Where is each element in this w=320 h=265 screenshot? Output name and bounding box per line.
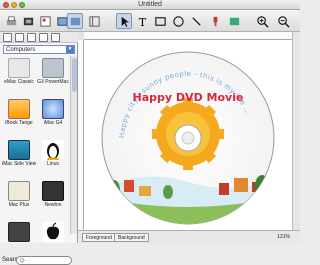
search-input[interactable]: Q- [16, 256, 72, 265]
library-icon-row [0, 32, 78, 43]
rectangle-tool-icon[interactable] [152, 13, 168, 29]
line-tool-icon[interactable] [188, 13, 204, 29]
app-window: Untitled T Computers ▼ eMac Classic G3 P… [0, 0, 300, 265]
brush-tool-icon[interactable] [207, 13, 223, 29]
grid-item[interactable]: eMac Classic [2, 56, 36, 89]
library-icon[interactable] [67, 13, 83, 29]
film-icon[interactable] [20, 13, 36, 29]
canvas-bottom-bar: Foreground Background 121% [78, 230, 300, 243]
tab-background[interactable]: Background [114, 233, 149, 242]
chevron-down-icon: ▼ [66, 46, 74, 53]
emac-icon [8, 58, 30, 78]
dvd-label-artwork[interactable]: Happy city - sunny people - this is my l… [84, 40, 292, 230]
sidebar-scrollbar[interactable] [70, 56, 77, 234]
mac-plus-icon [8, 181, 30, 201]
grid-item[interactable]: Linux [36, 138, 70, 171]
apple-logo-icon [42, 222, 64, 242]
sidebar-toggle-icon[interactable] [86, 13, 102, 29]
grid-item[interactable]: iBook Tange [2, 97, 36, 130]
camera-icon[interactable] [3, 33, 12, 42]
linux-penguin-icon [42, 140, 64, 161]
newton-icon [42, 181, 64, 201]
text-tool-icon[interactable]: T [134, 13, 150, 29]
canvas-vertical-scrollbar[interactable] [292, 32, 300, 230]
zoom-level[interactable]: 121% [277, 233, 290, 241]
document-icon[interactable] [15, 33, 24, 42]
ellipse-tool-icon[interactable] [170, 13, 186, 29]
powermac-icon [42, 58, 64, 78]
title-bar: Untitled [0, 0, 300, 10]
toolbar: T [0, 10, 300, 32]
window-title: Untitled [138, 1, 162, 8]
ibook-icon [8, 99, 30, 119]
design-canvas[interactable]: Happy city - sunny people - this is my l… [84, 40, 292, 230]
grid-icon[interactable] [39, 33, 48, 42]
scrollbar-thumb[interactable] [72, 58, 77, 92]
imac-side-icon [8, 140, 30, 160]
grid-item[interactable] [36, 220, 70, 253]
dvd-icon[interactable] [27, 33, 36, 42]
horizontal-ruler [84, 32, 292, 40]
grid-item[interactable]: iMac G4 [36, 97, 70, 130]
imac-g4-icon [42, 99, 64, 119]
clipart-sidebar: Computers ▼ eMac Classic G3 PowerMac iBo… [0, 32, 78, 265]
zoom-in-icon[interactable] [254, 13, 270, 29]
clipart-grid: eMac Classic G3 PowerMac iBook Tange iMa… [2, 56, 70, 256]
zoom-out-icon[interactable] [275, 13, 291, 29]
category-select-value: Computers [6, 47, 36, 53]
arrow-tool-icon[interactable] [116, 13, 132, 29]
grid-item[interactable]: iMac Side View [2, 138, 36, 171]
layout-icon[interactable] [37, 13, 53, 29]
list-icon[interactable] [51, 33, 60, 42]
category-select[interactable]: Computers ▼ [3, 45, 75, 54]
grid-item[interactable]: Newton [36, 179, 70, 212]
svg-text:T: T [138, 16, 146, 28]
grid-item[interactable] [2, 220, 36, 253]
grid-item[interactable]: Mac Plus [2, 179, 36, 212]
print-icon[interactable] [3, 13, 19, 29]
disc-title: Happy DVD Movie [133, 91, 244, 104]
image-tool-icon[interactable] [226, 13, 242, 29]
tab-foreground[interactable]: Foreground [82, 233, 116, 242]
powerbook-icon [8, 222, 30, 242]
grid-item[interactable]: G3 PowerMac [36, 56, 70, 89]
